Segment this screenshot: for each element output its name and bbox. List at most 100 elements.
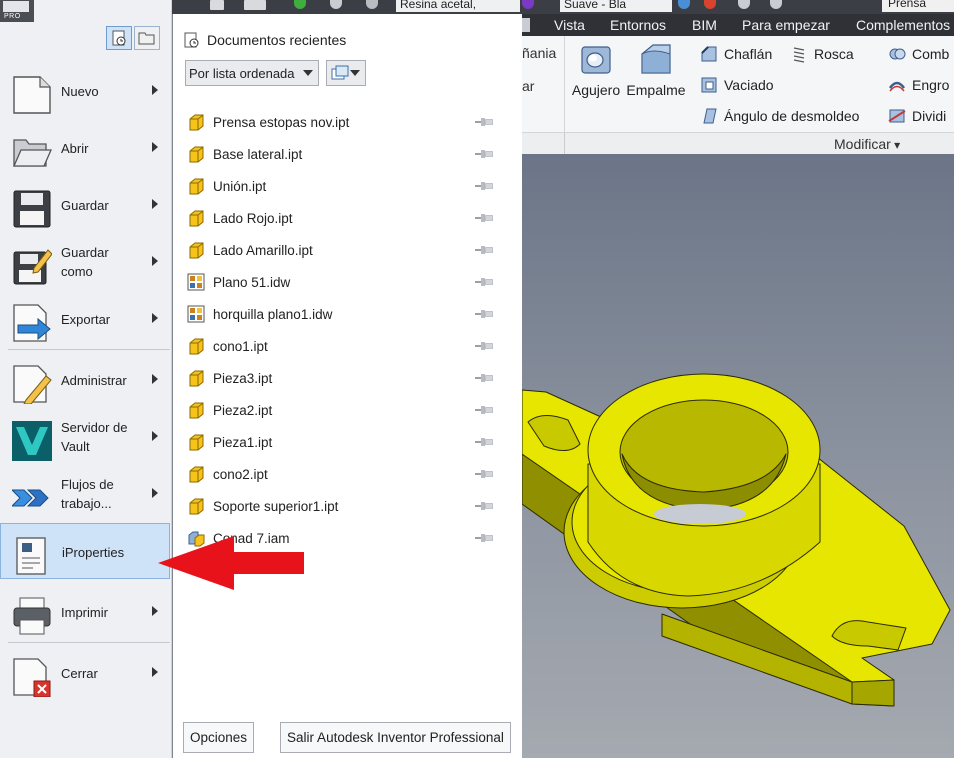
recent-document-name: Base lateral.ipt xyxy=(213,146,303,162)
pin-icon[interactable] xyxy=(475,374,493,382)
recent-documents-title: Documentos recientes xyxy=(207,32,347,48)
recent-document-item[interactable]: Pieza2.ipt xyxy=(187,394,507,426)
menu-item-servidor-vault[interactable]: Servidor de Vault xyxy=(6,409,170,465)
pin-icon[interactable] xyxy=(475,438,493,446)
ribbon-tab-bar: Vista Entornos BIM Para empezar Compleme… xyxy=(522,14,954,36)
close-document-icon xyxy=(13,658,51,697)
recent-document-item[interactable]: Base lateral.ipt xyxy=(187,138,507,170)
exit-inventor-button[interactable]: Salir Autodesk Inventor Professional xyxy=(280,722,511,753)
combine-button[interactable]: Comb xyxy=(888,43,949,65)
pin-icon[interactable] xyxy=(475,278,493,286)
menu-item-nuevo[interactable]: Nuevo xyxy=(6,63,170,119)
shell-icon xyxy=(701,77,717,93)
recent-document-item[interactable]: Pieza3.ipt xyxy=(187,362,507,394)
menu-item-cerrar[interactable]: Cerrar xyxy=(6,645,170,701)
submenu-arrow-icon xyxy=(152,313,158,323)
recent-document-item[interactable]: Plano 51.idw xyxy=(187,266,507,298)
shell-button[interactable]: Vaciado xyxy=(700,74,774,96)
recent-document-item[interactable]: Lado Rojo.ipt xyxy=(187,202,507,234)
recent-document-item[interactable]: Prensa estopas nov.ipt xyxy=(187,106,507,138)
appearance-dropdown[interactable]: Suave - Bla xyxy=(560,0,672,12)
part-model xyxy=(522,373,951,707)
options-button[interactable]: Opciones xyxy=(183,722,255,753)
fx-quick-icon[interactable] xyxy=(738,0,750,9)
customize-quick-icon[interactable] xyxy=(770,0,782,9)
pin-icon[interactable] xyxy=(475,214,493,222)
recent-document-item[interactable]: cono1.ipt xyxy=(187,330,507,362)
pin-icon[interactable] xyxy=(475,246,493,254)
pin-icon[interactable] xyxy=(475,310,493,318)
thread-button[interactable]: Rosca xyxy=(790,43,854,65)
window-title: Prensa xyxy=(882,0,954,12)
folder-icon xyxy=(138,32,155,45)
manage-icon xyxy=(13,365,52,404)
menu-item-exportar[interactable]: Exportar xyxy=(6,291,170,347)
menu-item-imprimir[interactable]: Imprimir xyxy=(6,584,170,640)
tab-vista[interactable]: Vista xyxy=(554,16,585,34)
sort-order-dropdown[interactable]: Por lista ordenada xyxy=(185,60,319,86)
fillet-button[interactable]: Empalme xyxy=(626,42,686,98)
recent-document-item[interactable]: cono2.ipt xyxy=(187,458,507,490)
recent-documents-header: Documentos recientes xyxy=(183,31,346,49)
menu-item-guardar[interactable]: Guardar xyxy=(6,177,170,233)
pin-icon[interactable] xyxy=(475,118,493,126)
submenu-arrow-icon xyxy=(152,431,158,441)
recent-document-name: cono2.ipt xyxy=(213,466,268,482)
tab-para-empezar[interactable]: Para empezar xyxy=(742,16,830,34)
recent-document-item[interactable]: Pieza1.ipt xyxy=(187,426,507,458)
pin-icon[interactable] xyxy=(475,150,493,158)
red-arrow-annotation xyxy=(158,536,304,590)
recent-document-name: cono1.ipt xyxy=(213,338,268,354)
print-icon xyxy=(13,597,51,635)
pin-icon[interactable] xyxy=(475,182,493,190)
part-file-icon xyxy=(187,177,205,195)
draft-button[interactable]: Ángulo de desmoldeo xyxy=(700,105,859,127)
fillet-icon xyxy=(639,42,673,76)
tab-entornos[interactable]: Entornos xyxy=(610,16,666,34)
menu-item-administrar[interactable]: Administrar xyxy=(6,352,170,408)
pin-icon[interactable] xyxy=(475,342,493,350)
shell-label: Vaciado xyxy=(724,77,774,93)
open-documents-toggle[interactable] xyxy=(134,26,160,50)
menu-footer-buttons: Opciones Salir Autodesk Inventor Profess… xyxy=(183,722,511,753)
menu-item-guardar-como[interactable]: Guardar como xyxy=(6,234,170,290)
menu-item-flujos[interactable]: Flujos de trabajo... xyxy=(6,466,170,522)
split-button[interactable]: Dividi xyxy=(888,105,946,127)
pin-icon[interactable] xyxy=(475,470,493,478)
recent-document-item[interactable]: horquilla plano1.idw xyxy=(187,298,507,330)
thicken-button[interactable]: Engro xyxy=(888,74,949,96)
menu-item-label: Cerrar xyxy=(61,665,98,681)
part-file-icon xyxy=(187,145,205,163)
part-file-icon xyxy=(187,401,205,419)
save-disk-icon xyxy=(13,190,51,228)
chamfer-button[interactable]: Chaflán xyxy=(700,43,772,65)
tab-complementos[interactable]: Complementos xyxy=(856,16,950,34)
display-mode-dropdown[interactable] xyxy=(326,60,366,86)
menu-item-iproperties[interactable]: iProperties xyxy=(0,523,170,579)
pin-icon[interactable] xyxy=(475,502,493,510)
recent-document-item[interactable]: Lado Amarillo.ipt xyxy=(187,234,507,266)
chamfer-label: Chaflán xyxy=(724,46,773,62)
recent-documents-toggle[interactable] xyxy=(106,26,132,50)
recent-document-name: Pieza3.ipt xyxy=(213,370,273,386)
recent-document-name: Prensa estopas nov.ipt xyxy=(213,114,350,130)
pin-icon[interactable] xyxy=(475,534,493,542)
pin-icon[interactable] xyxy=(475,406,493,414)
menu-item-abrir[interactable]: Abrir xyxy=(6,120,170,176)
hole-button[interactable]: Agujero xyxy=(566,42,626,98)
draft-icon xyxy=(703,108,717,124)
fillet-label: Empalme xyxy=(626,82,686,98)
app-menu-button[interactable]: PRO xyxy=(0,0,34,22)
menu-view-toggles xyxy=(106,26,160,50)
application-menu: PRO Nuevo Abrir Guardar Guardar como Exp… xyxy=(0,0,522,758)
recent-document-item[interactable]: Soporte superior1.ipt xyxy=(187,490,507,522)
clear-quick-icon[interactable] xyxy=(704,0,716,9)
recent-docs-icon xyxy=(112,30,126,46)
tab-bim[interactable]: BIM xyxy=(692,16,717,34)
submenu-arrow-icon xyxy=(152,667,158,677)
menu-item-label: Flujos de trabajo... xyxy=(61,477,114,511)
modify-panel-label[interactable]: Modificar xyxy=(834,136,900,152)
adjust-quick-icon[interactable] xyxy=(678,0,690,9)
recent-document-item[interactable]: Unión.ipt xyxy=(187,170,507,202)
graphics-viewport[interactable] xyxy=(522,154,954,758)
